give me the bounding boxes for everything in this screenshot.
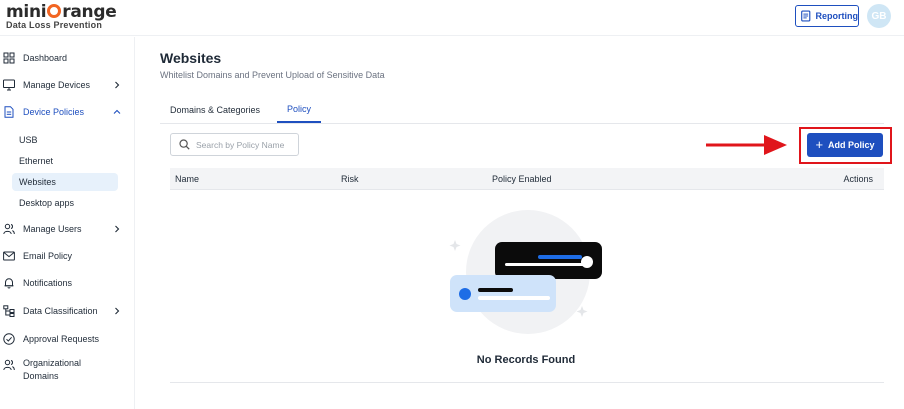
tab-policy[interactable]: Policy — [277, 96, 322, 123]
top-header: mini range Data Loss Prevention Reporting… — [0, 0, 904, 36]
monitor-icon — [3, 79, 15, 91]
sidebar-item-notifications[interactable]: Notifications — [0, 272, 135, 294]
sidebar-subitem-usb[interactable]: USB — [12, 131, 118, 149]
mail-icon — [3, 251, 15, 261]
sidebar-subitem-label: Desktop apps — [19, 198, 75, 208]
search-input[interactable] — [196, 139, 296, 150]
table-bottom-divider — [170, 382, 884, 383]
plus-icon: + — [815, 137, 824, 152]
sidebar-item-approval-requests[interactable]: Approval Requests — [0, 328, 135, 350]
sidebar-item-label: Dashboard — [23, 53, 68, 63]
sidebar-item-label: Approval Requests — [23, 334, 100, 344]
sidebar-item-device-policies[interactable]: Device Policies — [0, 101, 135, 123]
chevron-up-icon — [113, 109, 121, 114]
sidebar-subitem-websites[interactable]: Websites — [12, 173, 118, 191]
annotation-arrow-icon — [706, 135, 787, 155]
sidebar-subitem-label: USB — [19, 135, 38, 145]
sidebar-item-manage-devices[interactable]: Manage Devices — [0, 74, 135, 96]
column-header-risk[interactable]: Risk — [341, 174, 359, 184]
sidebar-subitem-desktop-apps[interactable]: Desktop apps — [12, 194, 118, 212]
label-line-1: Organizational — [23, 358, 82, 368]
empty-state-message: No Records Found — [476, 354, 576, 366]
add-policy-button[interactable]: + Add Policy — [807, 133, 883, 157]
dashboard-grid-icon — [3, 52, 15, 64]
sidebar-item-label: Email Policy — [23, 251, 73, 261]
search-field[interactable] — [170, 133, 299, 156]
sidebar-item-label: Notifications — [23, 278, 73, 288]
sidebar-item-label: Device Policies — [23, 107, 85, 117]
chevron-right-icon — [115, 225, 120, 233]
bell-icon — [4, 278, 14, 289]
add-policy-label: Add Policy — [828, 140, 875, 150]
check-circle-icon — [3, 333, 15, 345]
reporting-label: Reporting — [815, 11, 859, 21]
sidebar-item-data-classification[interactable]: Data Classification — [0, 300, 135, 322]
sidebar-item-label: Organizational Domains — [23, 357, 81, 383]
policy-document-icon — [4, 106, 14, 118]
user-avatar[interactable]: GB — [867, 4, 891, 28]
chevron-right-icon — [115, 307, 120, 315]
column-header-policy-enabled[interactable]: Policy Enabled — [492, 174, 552, 184]
sidebar-item-organizational-domains[interactable]: Organizational Domains — [0, 355, 135, 385]
logo-o-ring-icon — [47, 4, 62, 18]
sidebar-item-email-policy[interactable]: Email Policy — [0, 245, 135, 267]
table-header-row: Name Risk Policy Enabled Actions — [170, 168, 884, 190]
sidebar-item-label: Manage Devices — [23, 80, 91, 90]
sidebar-item-manage-users[interactable]: Manage Users — [0, 218, 135, 240]
empty-state-illustration — [449, 210, 602, 334]
report-document-icon — [801, 10, 811, 22]
miniorange-logo[interactable]: mini range Data Loss Prevention — [6, 2, 117, 30]
sidebar-item-label: Data Classification — [23, 306, 98, 316]
sidebar-subitem-ethernet[interactable]: Ethernet — [12, 152, 118, 170]
logo-tagline: Data Loss Prevention — [6, 20, 103, 30]
sidebar-item-label: Manage Users — [23, 224, 82, 234]
reporting-button[interactable]: Reporting — [795, 5, 859, 27]
page-title: Websites — [160, 50, 222, 66]
label-line-2: Domains — [23, 371, 59, 381]
logo-suffix: range — [62, 2, 117, 22]
column-header-name[interactable]: Name — [175, 174, 199, 184]
chevron-right-icon — [115, 81, 120, 89]
column-header-actions[interactable]: Actions — [843, 174, 873, 184]
search-icon — [179, 139, 190, 150]
page-subtitle: Whitelist Domains and Prevent Upload of … — [160, 70, 385, 80]
tab-domains-categories[interactable]: Domains & Categories — [160, 96, 270, 123]
logo-prefix: mini — [6, 2, 47, 22]
users-icon — [3, 223, 15, 235]
sidebar: Dashboard Manage Devices Device Policies… — [0, 37, 135, 409]
sidebar-subitem-label: Websites — [19, 177, 56, 187]
tab-bar: Domains & Categories Policy — [160, 96, 884, 124]
team-icon — [3, 359, 15, 371]
sidebar-subitem-label: Ethernet — [19, 156, 54, 166]
hierarchy-tree-icon — [3, 305, 15, 317]
sidebar-item-dashboard[interactable]: Dashboard — [0, 47, 135, 69]
